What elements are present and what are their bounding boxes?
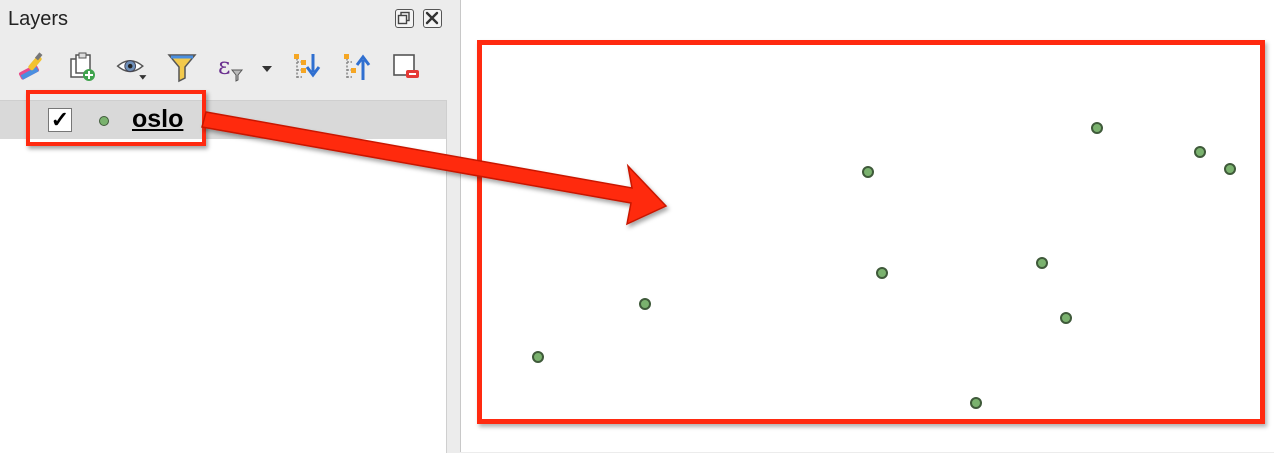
close-icon[interactable] bbox=[423, 9, 442, 28]
layer-highlight-box bbox=[26, 90, 206, 146]
point-feature bbox=[1224, 163, 1236, 175]
restore-icon[interactable] bbox=[395, 9, 414, 28]
remove-layer-icon[interactable] bbox=[388, 48, 424, 86]
add-group-icon[interactable] bbox=[64, 48, 100, 86]
map-features bbox=[532, 122, 1236, 409]
point-feature bbox=[1194, 146, 1206, 158]
layers-panel: Layers ε ✓ oslo bbox=[0, 0, 447, 453]
layer-tree: ✓ oslo bbox=[0, 100, 447, 453]
layers-toolbar: ε bbox=[12, 48, 442, 88]
point-feature bbox=[1091, 122, 1103, 134]
point-feature bbox=[1060, 312, 1072, 324]
eye-visibility-icon[interactable] bbox=[114, 48, 150, 86]
point-feature bbox=[532, 351, 544, 363]
style-brush-icon[interactable] bbox=[14, 48, 50, 86]
point-feature bbox=[970, 397, 982, 409]
point-feature bbox=[862, 166, 874, 178]
point-feature bbox=[876, 267, 888, 279]
svg-text:ε: ε bbox=[218, 52, 230, 80]
map-canvas[interactable] bbox=[461, 0, 1274, 452]
panel-title: Layers bbox=[8, 8, 69, 30]
expression-filter-icon[interactable]: ε bbox=[214, 48, 284, 86]
collapse-all-icon[interactable] bbox=[338, 48, 374, 86]
filter-funnel-icon[interactable] bbox=[164, 48, 200, 86]
point-feature bbox=[639, 298, 651, 310]
point-feature bbox=[1036, 257, 1048, 269]
expand-all-icon[interactable] bbox=[288, 48, 324, 86]
